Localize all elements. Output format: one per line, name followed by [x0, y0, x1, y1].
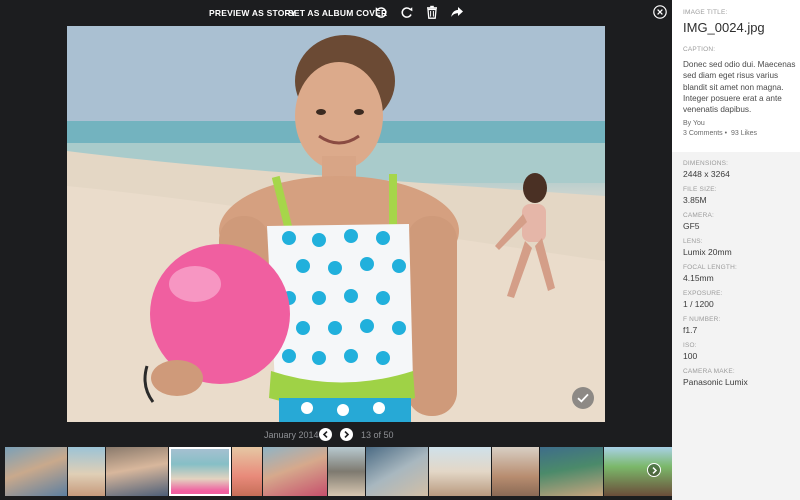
- likes-link[interactable]: 93 Likes: [731, 130, 757, 137]
- main-photo-image: [67, 26, 605, 422]
- trash-icon[interactable]: [425, 5, 439, 19]
- chevron-left-icon: [322, 431, 328, 438]
- focal-length-label: FOCAL LENGTH:: [683, 264, 738, 271]
- f-number-label: F NUMBER:: [683, 316, 721, 323]
- file-size-label: FILE SIZE:: [683, 186, 717, 193]
- dimensions-label: DIMENSIONS:: [683, 160, 729, 167]
- exposure-value: 1 / 1200: [683, 299, 714, 309]
- photo-details-panel: IMAGE TITLE: IMG_0024.jpg CAPTION: Donec…: [672, 0, 800, 500]
- thumbnail[interactable]: [263, 447, 327, 496]
- thumbnail[interactable]: [328, 447, 365, 496]
- thumbnail[interactable]: [106, 447, 168, 496]
- camera-label: CAMERA:: [683, 212, 715, 219]
- author: By You: [683, 120, 705, 127]
- set-as-album-cover-button[interactable]: SET AS ALBUM COVER: [288, 8, 387, 18]
- check-icon: [577, 393, 589, 403]
- image-title[interactable]: IMG_0024.jpg: [683, 20, 765, 35]
- main-photo: [67, 26, 605, 422]
- thumbnail-filmstrip: [0, 447, 672, 496]
- select-photo-check-button[interactable]: [572, 387, 594, 409]
- viewer-toolbar: PREVIEW AS STORY SET AS ALBUM COVER: [0, 0, 672, 26]
- iso-value: 100: [683, 351, 698, 361]
- share-icon[interactable]: [450, 5, 464, 19]
- lens-value: Lumix 20mm: [683, 247, 732, 257]
- thumbnail[interactable]: [429, 447, 491, 496]
- chevron-right-icon: [652, 467, 658, 474]
- camera-value: GF5: [683, 221, 700, 231]
- f-number-value: f1.7: [683, 325, 698, 335]
- thumbnail[interactable]: [5, 447, 67, 496]
- iso-label: ISO:: [683, 342, 697, 349]
- camera-make-label: CAMERA MAKE:: [683, 368, 735, 375]
- focal-length-value: 4.15mm: [683, 273, 714, 283]
- thumbnail[interactable]: [492, 447, 539, 496]
- thumbnail-selected[interactable]: [169, 447, 231, 496]
- thumbnail[interactable]: [366, 447, 428, 496]
- file-size-value: 3.85M: [683, 195, 707, 205]
- rotate-right-icon[interactable]: [400, 5, 414, 19]
- preview-as-story-button[interactable]: PREVIEW AS STORY: [209, 8, 296, 18]
- photo-viewer: PREVIEW AS STORY SET AS ALBUM COVER Janu…: [0, 0, 672, 500]
- caption-label: CAPTION:: [683, 46, 716, 53]
- stats-line: 3 Comments • 93 Likes: [683, 130, 758, 137]
- rotate-left-icon[interactable]: [374, 5, 388, 19]
- caption-text[interactable]: Donec sed odio dui. Maecenas sed diam eg…: [683, 59, 796, 115]
- thumbnail[interactable]: [68, 447, 105, 496]
- pager-count: 13 of 50: [361, 430, 394, 440]
- exposure-label: EXPOSURE:: [683, 290, 723, 297]
- previous-photo-button[interactable]: [319, 428, 332, 441]
- filmstrip-next-button[interactable]: [647, 463, 661, 477]
- thumbnail[interactable]: [232, 447, 262, 496]
- comments-link[interactable]: 3 Comments: [683, 130, 723, 137]
- image-title-label: IMAGE TITLE:: [683, 9, 728, 16]
- thumbnail[interactable]: [540, 447, 603, 496]
- pager-date: January 2014: [264, 430, 319, 440]
- camera-make-value: Panasonic Lumix: [683, 377, 748, 387]
- chevron-right-icon: [344, 431, 350, 438]
- dimensions-value: 2448 x 3264: [683, 169, 730, 179]
- next-photo-button[interactable]: [340, 428, 353, 441]
- lens-label: LENS:: [683, 238, 703, 245]
- close-icon[interactable]: [653, 5, 667, 19]
- thumbnail[interactable]: [604, 447, 672, 496]
- photo-pager: January 2014 13 of 50: [0, 428, 672, 444]
